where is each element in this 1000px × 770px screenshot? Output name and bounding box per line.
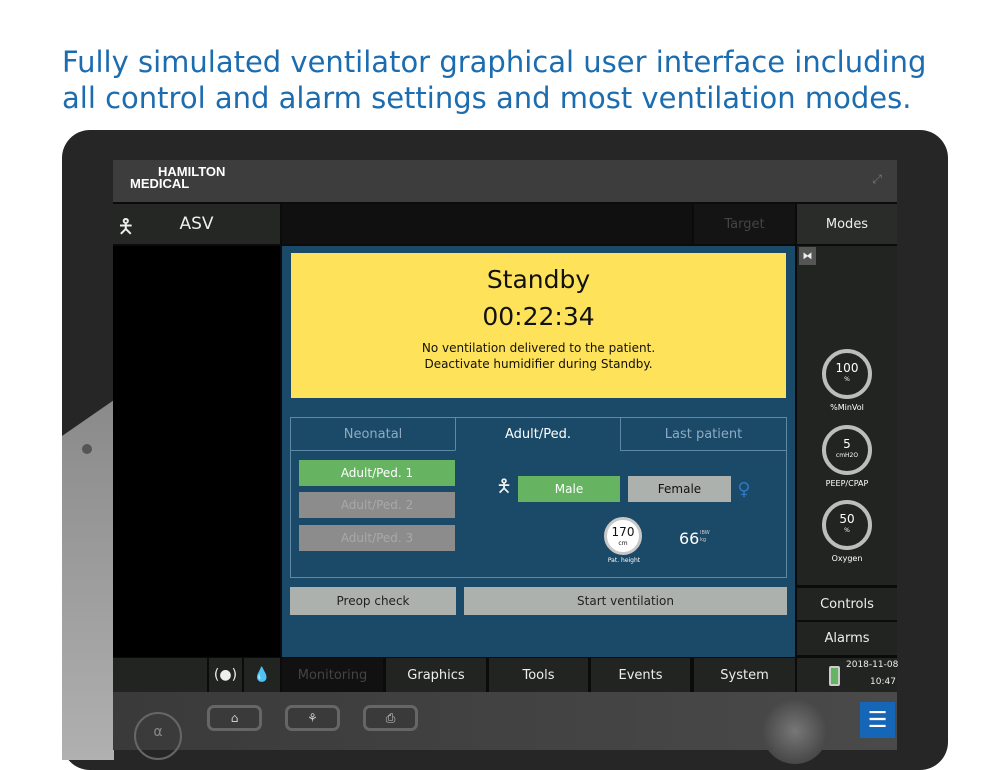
collapse-icon[interactable]: ⧓: [799, 247, 816, 265]
header-bar: [113, 160, 897, 202]
female-button[interactable]: Female: [628, 476, 731, 502]
print-button[interactable]: ⎙: [363, 705, 418, 731]
standby-box: Standby 00:22:34 No ventilation delivere…: [291, 253, 786, 398]
peep-gauge[interactable]: 5 cmH2O: [822, 425, 872, 475]
camera-dot: [82, 444, 92, 454]
gauge-unit: %: [844, 527, 850, 534]
ibw-label-text: IBW: [700, 530, 710, 536]
nav-system[interactable]: System: [694, 658, 795, 692]
control-knob[interactable]: [762, 698, 828, 764]
height-label: Pat. height: [607, 557, 641, 564]
gauge-value: 100: [835, 361, 859, 375]
patient-icon: 🯅: [117, 214, 135, 238]
start-ventilation-button[interactable]: Start ventilation: [464, 587, 787, 615]
mode-info: [282, 204, 692, 244]
male-button[interactable]: Male: [518, 476, 620, 502]
bezel-side: [62, 400, 114, 760]
nav-tools[interactable]: Tools: [489, 658, 588, 692]
hamilton-logo: HAMILTON MEDICAL: [130, 165, 225, 191]
gauge-unit: cmH2O: [835, 452, 859, 459]
nav-monitoring[interactable]: Monitoring: [282, 658, 383, 692]
logo-line2: MEDICAL: [130, 176, 190, 191]
alarms-button[interactable]: Alarms: [797, 622, 897, 655]
headline: Fully simulated ventilator graphical use…: [62, 45, 927, 115]
gauge-value: 5: [843, 437, 851, 451]
preop-check-button[interactable]: Preop check: [290, 587, 456, 615]
date: 2018-11-08: [846, 660, 899, 670]
gauge-label: PEEP/CPAP: [825, 479, 869, 488]
time: 10:47: [870, 677, 896, 687]
tube-icon[interactable]: (●): [209, 658, 242, 692]
menu-icon[interactable]: ☰: [860, 702, 895, 738]
nav-events[interactable]: Events: [591, 658, 690, 692]
gauge-label: %MinVol: [830, 403, 864, 412]
home-button[interactable]: ⌂: [207, 705, 262, 731]
female-icon: ♀: [737, 478, 751, 500]
mode-label: ASV: [179, 214, 214, 234]
standby-msg2: Deactivate humidifier during Standby.: [424, 357, 653, 371]
preset-adult-3[interactable]: Adult/Ped. 3: [299, 525, 455, 551]
nav-empty: [113, 658, 207, 692]
oxygen-gauge[interactable]: 50%: [822, 500, 872, 550]
tab-last-patient[interactable]: Last patient: [620, 417, 787, 451]
lungs-button[interactable]: ⚘: [285, 705, 340, 731]
ibw-label: IBW kg: [700, 530, 710, 544]
controls-button[interactable]: Controls: [797, 588, 897, 620]
power-knob-icon[interactable]: α: [134, 712, 182, 760]
gauge-label: Oxygen: [831, 554, 863, 563]
ibw-value: 66: [679, 529, 700, 548]
ibw-unit: kg: [700, 537, 707, 543]
tab-adult-ped[interactable]: Adult/Ped.: [455, 417, 621, 451]
height-dial[interactable]: 170 cm: [604, 517, 642, 555]
nav-graphics[interactable]: Graphics: [386, 658, 486, 692]
modes-button[interactable]: Modes: [797, 204, 897, 244]
battery-icon: [829, 666, 840, 686]
mode-button[interactable]: 🯅 ASV: [113, 204, 280, 244]
gauge-unit: %: [844, 376, 850, 383]
standby-msg1: No ventilation delivered to the patient.: [421, 341, 656, 355]
male-icon: 🯅: [496, 476, 512, 497]
standby-timer: 00:22:34: [482, 302, 595, 331]
fullscreen-icon[interactable]: ⤢: [866, 168, 888, 190]
left-panel: [113, 246, 280, 657]
tab-neonatal[interactable]: Neonatal: [290, 417, 456, 451]
preset-adult-1[interactable]: Adult/Ped. 1: [299, 460, 455, 486]
height-value: 170: [611, 525, 635, 539]
humidifier-icon[interactable]: 💧: [244, 658, 280, 692]
target-button[interactable]: Target: [694, 204, 795, 244]
gauge-value: 50: [839, 512, 855, 526]
minvol-gauge[interactable]: 100%: [822, 349, 872, 399]
height-unit: cm: [618, 540, 628, 547]
preset-adult-2[interactable]: Adult/Ped. 2: [299, 492, 455, 518]
standby-title: Standby: [486, 265, 591, 294]
